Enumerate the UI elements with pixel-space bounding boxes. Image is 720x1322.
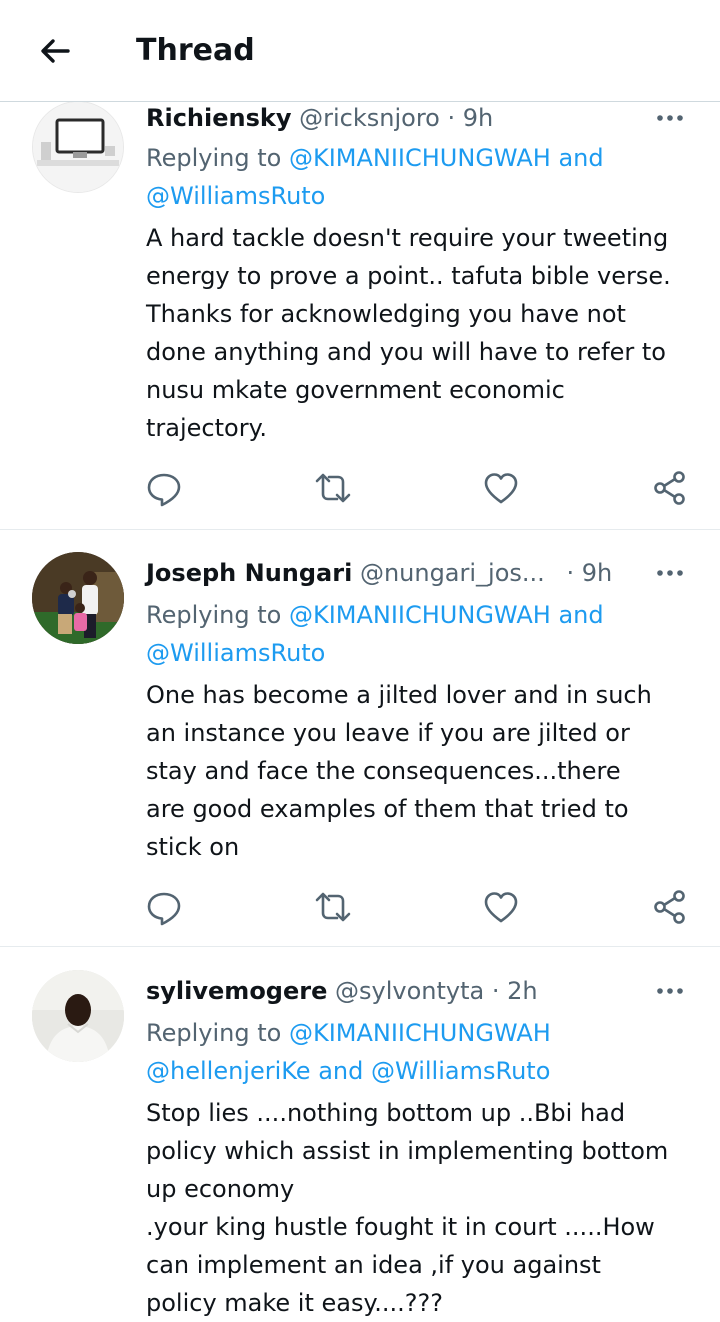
reply-button[interactable] — [144, 887, 184, 927]
tweet-text-line: energy to prove a point.. tafuta bible v… — [146, 262, 671, 290]
tweet-time[interactable]: 9h — [582, 559, 612, 587]
like-button[interactable] — [481, 887, 521, 927]
tweet-header: Joseph Nungari @nungari_jos... · 9h — [146, 556, 612, 590]
tweet-text-line: policy make it easy....??? — [146, 1289, 443, 1317]
mention-link[interactable]: @KIMANIICHUNGWAH and — [289, 144, 604, 172]
share-button[interactable] — [650, 887, 690, 927]
separator-dot: · — [447, 104, 456, 132]
tweet-text-line: trajectory. — [146, 414, 267, 442]
mention-link[interactable]: @hellenjeriKe — [146, 1057, 311, 1085]
reply-icon — [147, 473, 181, 507]
mention-link[interactable]: @WilliamsRuto — [146, 182, 325, 210]
like-icon — [484, 892, 518, 923]
tweet-text: One has become a jilted lover and in suc… — [146, 676, 706, 866]
mention-conjunction: and — [318, 1057, 364, 1085]
replying-prefix: Replying to — [146, 144, 282, 172]
mention-link[interactable]: @KIMANIICHUNGWAH — [289, 1019, 551, 1047]
separator-dot: · — [566, 559, 575, 587]
tweet-text-line: A hard tackle doesn't require your tweet… — [146, 224, 669, 252]
reply-icon — [147, 892, 181, 926]
like-button[interactable] — [481, 468, 521, 508]
replying-to: Replying to @KIMANIICHUNGWAH — [146, 1014, 551, 1052]
replying-prefix: Replying to — [146, 1019, 282, 1047]
more-icon — [657, 988, 683, 994]
page-title: Thread — [136, 33, 255, 68]
top-app-bar: Thread — [0, 0, 720, 102]
back-button[interactable] — [34, 30, 76, 72]
retweet-icon — [315, 473, 351, 503]
reply-button[interactable] — [144, 468, 184, 508]
like-icon — [484, 473, 518, 504]
tweet-text-line: Stop lies ....nothing bottom up ..Bbi ha… — [146, 1099, 626, 1127]
arrow-left-icon — [41, 39, 70, 63]
author-handle[interactable]: @ricksnjoro — [299, 104, 440, 132]
share-icon — [654, 471, 685, 505]
replying-prefix: Replying to — [146, 601, 282, 629]
tweet-text-line: done anything and you will have to refer… — [146, 338, 666, 366]
mention-link[interactable]: @WilliamsRuto — [371, 1057, 550, 1085]
author-handle[interactable]: @sylvontyta — [335, 977, 484, 1005]
tweet-item[interactable]: Richiensky @ricksnjoro · 9h Replying to … — [0, 101, 720, 530]
share-icon — [654, 890, 685, 924]
author-handle[interactable]: @nungari_jos... — [360, 559, 545, 587]
replying-to-line2: @hellenjeriKe and @WilliamsRuto — [146, 1052, 550, 1090]
more-icon — [657, 115, 683, 121]
author-name[interactable]: Richiensky — [146, 104, 292, 132]
tweet-time[interactable]: 9h — [463, 104, 493, 132]
tweet-header: Richiensky @ricksnjoro · 9h — [146, 101, 493, 135]
share-button[interactable] — [650, 468, 690, 508]
author-name[interactable]: Joseph Nungari — [146, 559, 352, 587]
author-name[interactable]: sylivemogere — [146, 977, 327, 1005]
more-options-button[interactable] — [650, 103, 690, 133]
tweet-text-line: policy which assist in implementing bott… — [146, 1137, 669, 1165]
tweet-text-line: stick on — [146, 833, 240, 861]
separator-dot: · — [491, 977, 500, 1005]
tweet-text-line: can implement an idea ,if you against — [146, 1251, 601, 1279]
retweet-button[interactable] — [313, 887, 353, 927]
tweet-text: A hard tackle doesn't require your tweet… — [146, 219, 706, 447]
tweet-text-line: Thanks for acknowledging you have not — [146, 300, 626, 328]
tweet-item[interactable]: Joseph Nungari @nungari_jos... · 9h Repl… — [0, 552, 720, 947]
more-options-button[interactable] — [650, 976, 690, 1006]
mention-link[interactable]: @KIMANIICHUNGWAH and — [289, 601, 604, 629]
tweet-text-line: an instance you leave if you are jilted … — [146, 719, 630, 747]
replying-to: Replying to @KIMANIICHUNGWAH and — [146, 596, 604, 634]
retweet-button[interactable] — [313, 468, 353, 508]
avatar[interactable] — [32, 101, 124, 193]
more-options-button[interactable] — [650, 558, 690, 588]
tweet-header: sylivemogere @sylvontyta · 2h — [146, 974, 538, 1008]
tweet-text-line: .your king hustle fought it in court ...… — [146, 1213, 655, 1241]
avatar[interactable] — [32, 970, 124, 1062]
tweet-text-line: One has become a jilted lover and in suc… — [146, 681, 652, 709]
tweet-text-line: up economy — [146, 1175, 295, 1203]
retweet-icon — [315, 892, 351, 922]
mention-link[interactable]: @WilliamsRuto — [146, 639, 325, 667]
tweet-text: Stop lies ....nothing bottom up ..Bbi ha… — [146, 1094, 706, 1322]
tweet-time[interactable]: 2h — [507, 977, 537, 1005]
replying-to-line2: @WilliamsRuto — [146, 634, 325, 672]
tweet-item[interactable]: sylivemogere @sylvontyta · 2h Replying t… — [0, 970, 720, 1317]
tweet-text-line: stay and face the consequences...there — [146, 757, 621, 785]
replying-to: Replying to @KIMANIICHUNGWAH and — [146, 139, 604, 177]
tweet-text-line: nusu mkate government economic — [146, 376, 565, 404]
more-icon — [657, 570, 683, 576]
avatar[interactable] — [32, 552, 124, 644]
replying-to-line2: @WilliamsRuto — [146, 177, 325, 215]
tweet-text-line: are good examples of them that tried to — [146, 795, 629, 823]
